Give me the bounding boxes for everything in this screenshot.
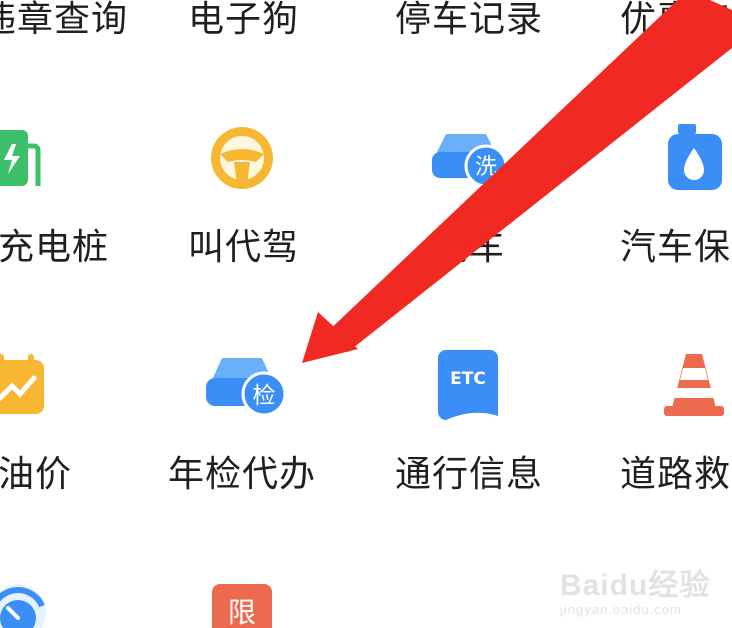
annual-inspection-icon: 检 [206, 358, 287, 416]
fuel-price-calendar-icon [0, 354, 44, 414]
etc-icon: ETC [438, 350, 498, 420]
oil-bottle-icon [668, 124, 722, 190]
service-label-annual-inspection[interactable]: 年检代办 [168, 455, 316, 495]
steering-wheel-icon [211, 127, 273, 189]
service-tile-charging-pile[interactable] [0, 126, 52, 190]
service-label-car-maintenance[interactable]: 汽车保养 [620, 228, 732, 268]
service-label-discount-fuel[interactable]: 优惠加油 [620, 0, 732, 40]
traffic-cone-icon [664, 354, 724, 416]
service-tile-etc[interactable]: ETC [438, 350, 498, 420]
watermark-url: jingyan.baidu.com [560, 602, 682, 617]
service-tile-annual-inspection[interactable]: 检 [204, 352, 288, 416]
service-tile-speed-gauge[interactable] [0, 578, 52, 628]
watermark-brand: Baidu经验 [560, 569, 711, 602]
service-label-parking-record[interactable]: 停车记录 [395, 0, 543, 40]
traffic-restriction-icon: 限 [212, 584, 272, 628]
car-wash-icon: 洗 [432, 134, 508, 188]
service-label-car-wash[interactable]: 洗车 [431, 228, 505, 268]
car-wash-badge: 洗 [475, 155, 497, 180]
speed-gauge-icon [0, 584, 46, 628]
service-tile-road-rescue[interactable] [662, 350, 726, 418]
charging-pile-icon [0, 130, 41, 186]
service-tile-designated-driver[interactable] [208, 124, 276, 192]
annual-inspection-badge: 检 [253, 383, 276, 409]
service-label-designated-driver[interactable]: 叫代驾 [188, 228, 299, 268]
traffic-restriction-badge: 限 [228, 596, 256, 628]
service-tile-fuel-price[interactable] [0, 354, 48, 416]
service-label-fuel-price[interactable]: 油价 [0, 455, 72, 495]
service-label-traffic-info[interactable]: 通行信息 [395, 455, 543, 495]
service-tile-car-maintenance[interactable] [666, 122, 726, 192]
service-label-electronic-dog[interactable]: 电子狗 [188, 0, 299, 40]
service-tile-car-wash[interactable]: 洗 [430, 128, 510, 188]
baidu-watermark: Baidu经验 jingyan.baidu.com [560, 560, 710, 617]
etc-badge: ETC [450, 369, 486, 389]
service-label-charging-pile[interactable]: 充电桩 [0, 228, 109, 268]
service-label-violation-query[interactable]: 违章查询 [0, 0, 128, 40]
service-tile-traffic-restriction[interactable]: 限 [212, 582, 272, 628]
service-label-road-rescue[interactable]: 道路救援 [620, 455, 732, 495]
red-arrow-annotation [302, 0, 732, 363]
